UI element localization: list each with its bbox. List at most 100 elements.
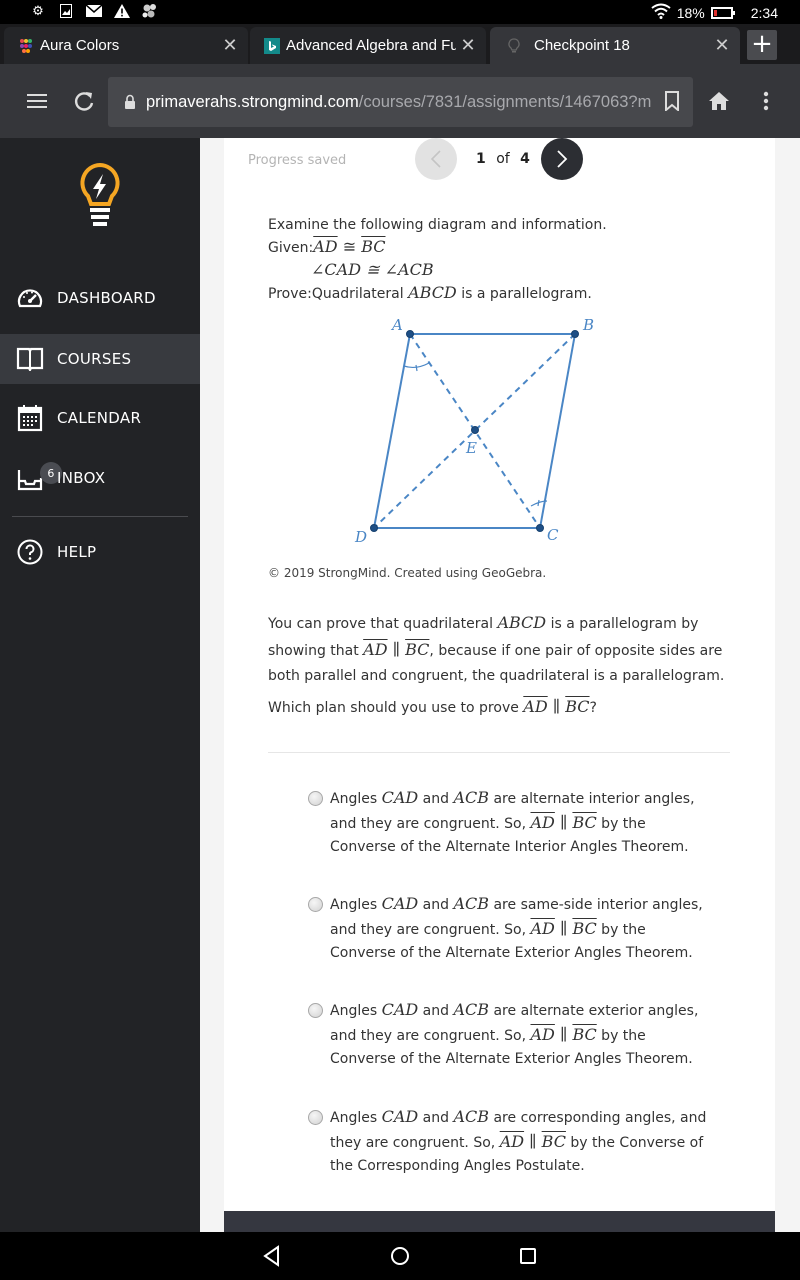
tab-aura-colors[interactable]: Aura Colors ✕ bbox=[4, 27, 248, 64]
card-footer-bar bbox=[224, 1211, 775, 1232]
angle-cad: CAD bbox=[381, 894, 419, 913]
menu-icon[interactable] bbox=[22, 86, 52, 116]
prove-text: is a parallelogram. bbox=[456, 286, 592, 302]
explanation-text: You can prove that quadrilateral bbox=[268, 616, 498, 632]
label-a: A bbox=[390, 316, 403, 334]
browser-toolbar: primaverahs.strongmind.com/courses/7831/… bbox=[0, 64, 800, 138]
assessment-card: Progress saved 1 of 4 Examine the follow… bbox=[224, 138, 775, 1232]
sidebar-item-calendar[interactable]: CALENDAR bbox=[0, 395, 200, 441]
parallel-symbol: ∥ bbox=[554, 919, 573, 938]
sidebar-divider bbox=[12, 516, 188, 517]
segment-bc: BC bbox=[541, 1132, 566, 1151]
back-icon[interactable] bbox=[260, 1244, 284, 1268]
current-question: 1 bbox=[476, 151, 486, 167]
previous-question-button[interactable] bbox=[415, 138, 457, 180]
option-text: and bbox=[418, 897, 454, 913]
tab-title: Aura Colors bbox=[40, 37, 120, 54]
recents-icon[interactable] bbox=[516, 1244, 540, 1268]
segment-ad: AD bbox=[499, 1132, 525, 1151]
close-tab-icon[interactable]: ✕ bbox=[710, 35, 734, 56]
answer-option[interactable]: Angles CAD and ACB are alternate exterio… bbox=[308, 998, 708, 1071]
next-question-button[interactable] bbox=[541, 138, 583, 180]
intro-text: Examine the following diagram and inform… bbox=[268, 217, 607, 233]
close-tab-icon[interactable]: ✕ bbox=[456, 35, 480, 56]
question-mark: ? bbox=[589, 700, 597, 716]
sidebar-item-inbox[interactable]: 6 INBOX bbox=[0, 455, 200, 501]
home-circle-icon[interactable] bbox=[388, 1244, 412, 1268]
quadrilateral-name: ABCD bbox=[497, 613, 547, 632]
web-page: DASHBOARD COURSES CALENDAR 6 INBOX HELP … bbox=[0, 138, 800, 1232]
chevron-left-icon bbox=[430, 150, 441, 168]
label-d: D bbox=[354, 528, 367, 546]
answer-option[interactable]: Angles CAD and ACB are same-side interio… bbox=[308, 892, 708, 965]
answer-radio[interactable] bbox=[308, 1110, 323, 1125]
sidebar-item-dashboard[interactable]: DASHBOARD bbox=[0, 275, 200, 321]
tab-checkpoint-18[interactable]: Checkpoint 18 ✕ bbox=[490, 27, 740, 64]
answer-text[interactable]: Angles CAD and ACB are alternate exterio… bbox=[330, 998, 708, 1071]
more-options-icon[interactable] bbox=[751, 86, 781, 116]
tab-title: Advanced Algebra and Funct bbox=[286, 37, 456, 54]
tab-title: Checkpoint 18 bbox=[534, 37, 630, 54]
answer-radio[interactable] bbox=[308, 791, 323, 806]
option-text: Angles bbox=[330, 791, 382, 807]
image-icon bbox=[58, 3, 74, 19]
clock: 2:34 bbox=[750, 4, 778, 21]
sidebar: DASHBOARD COURSES CALENDAR 6 INBOX HELP bbox=[0, 138, 200, 1232]
section-divider bbox=[268, 752, 730, 753]
prove-line: Prove:Quadrilateral ABCD is a parallelog… bbox=[268, 282, 738, 305]
lightbulb-icon bbox=[506, 37, 522, 54]
angle-cad: CAD bbox=[381, 1000, 419, 1019]
new-tab-button[interactable]: + bbox=[747, 30, 777, 60]
parallel-symbol: ∥ bbox=[554, 1025, 573, 1044]
question-text: Which plan should you use to prove AD ∥ … bbox=[268, 694, 738, 721]
segment-ad: AD bbox=[363, 640, 388, 659]
answer-option[interactable]: Angles CAD and ACB are alternate interio… bbox=[308, 786, 708, 859]
tab-advanced-algebra[interactable]: Advanced Algebra and Funct ✕ bbox=[250, 27, 486, 64]
sidebar-item-courses[interactable]: COURSES bbox=[0, 334, 200, 384]
inbox-icon: 6 bbox=[16, 462, 62, 492]
sidebar-item-label: CALENDAR bbox=[57, 409, 142, 427]
point-e bbox=[471, 426, 479, 434]
app-icon bbox=[142, 3, 158, 19]
wifi-icon bbox=[651, 3, 671, 22]
total-questions: 4 bbox=[520, 151, 530, 167]
url-text[interactable]: primaverahs.strongmind.com/courses/7831/… bbox=[146, 93, 656, 112]
warning-icon bbox=[114, 3, 130, 19]
home-icon[interactable] bbox=[704, 86, 734, 116]
dashboard-gauge-icon bbox=[16, 284, 44, 312]
mail-icon bbox=[86, 3, 102, 19]
bookmark-icon[interactable] bbox=[665, 91, 679, 115]
question-prompt: Examine the following diagram and inform… bbox=[268, 215, 738, 305]
given-line-2: ∠CAD ≅ ∠ACB bbox=[268, 259, 738, 282]
address-bar[interactable]: primaverahs.strongmind.com/courses/7831/… bbox=[108, 77, 693, 127]
lock-icon bbox=[124, 94, 136, 110]
option-text: and bbox=[418, 791, 454, 807]
option-text: and bbox=[418, 1110, 454, 1126]
aura-dots-icon bbox=[18, 38, 34, 54]
answer-text[interactable]: Angles CAD and ACB are corresponding ang… bbox=[330, 1105, 708, 1178]
point-c bbox=[536, 524, 544, 532]
segment-bc: BC bbox=[565, 697, 590, 716]
option-text: Angles bbox=[330, 897, 382, 913]
prove-label: Prove: bbox=[268, 286, 312, 302]
battery-icon bbox=[710, 6, 735, 19]
reload-icon[interactable] bbox=[69, 86, 99, 116]
parallel-symbol: ∥ bbox=[554, 813, 573, 832]
strongmind-logo-icon[interactable] bbox=[78, 162, 122, 232]
angle-cad: CAD bbox=[381, 788, 419, 807]
sidebar-item-help[interactable]: HELP bbox=[0, 529, 200, 575]
answer-radio[interactable] bbox=[308, 897, 323, 912]
given-label: Given: bbox=[268, 240, 314, 256]
question-pager: 1 of 4 bbox=[476, 151, 530, 167]
label-b: B bbox=[582, 316, 594, 334]
angle-acb: ACB bbox=[453, 1000, 490, 1019]
answer-text[interactable]: Angles CAD and ACB are alternate interio… bbox=[330, 786, 708, 859]
angle-cad: CAD bbox=[381, 1107, 419, 1126]
close-tab-icon[interactable]: ✕ bbox=[218, 35, 242, 56]
chevron-right-icon bbox=[557, 150, 568, 168]
answer-text[interactable]: Angles CAD and ACB are same-side interio… bbox=[330, 892, 708, 965]
answer-radio[interactable] bbox=[308, 1003, 323, 1018]
answer-option[interactable]: Angles CAD and ACB are corresponding ang… bbox=[308, 1105, 708, 1178]
congruent-symbol: ≅ bbox=[337, 237, 362, 256]
sidebar-item-label: DASHBOARD bbox=[57, 289, 156, 307]
